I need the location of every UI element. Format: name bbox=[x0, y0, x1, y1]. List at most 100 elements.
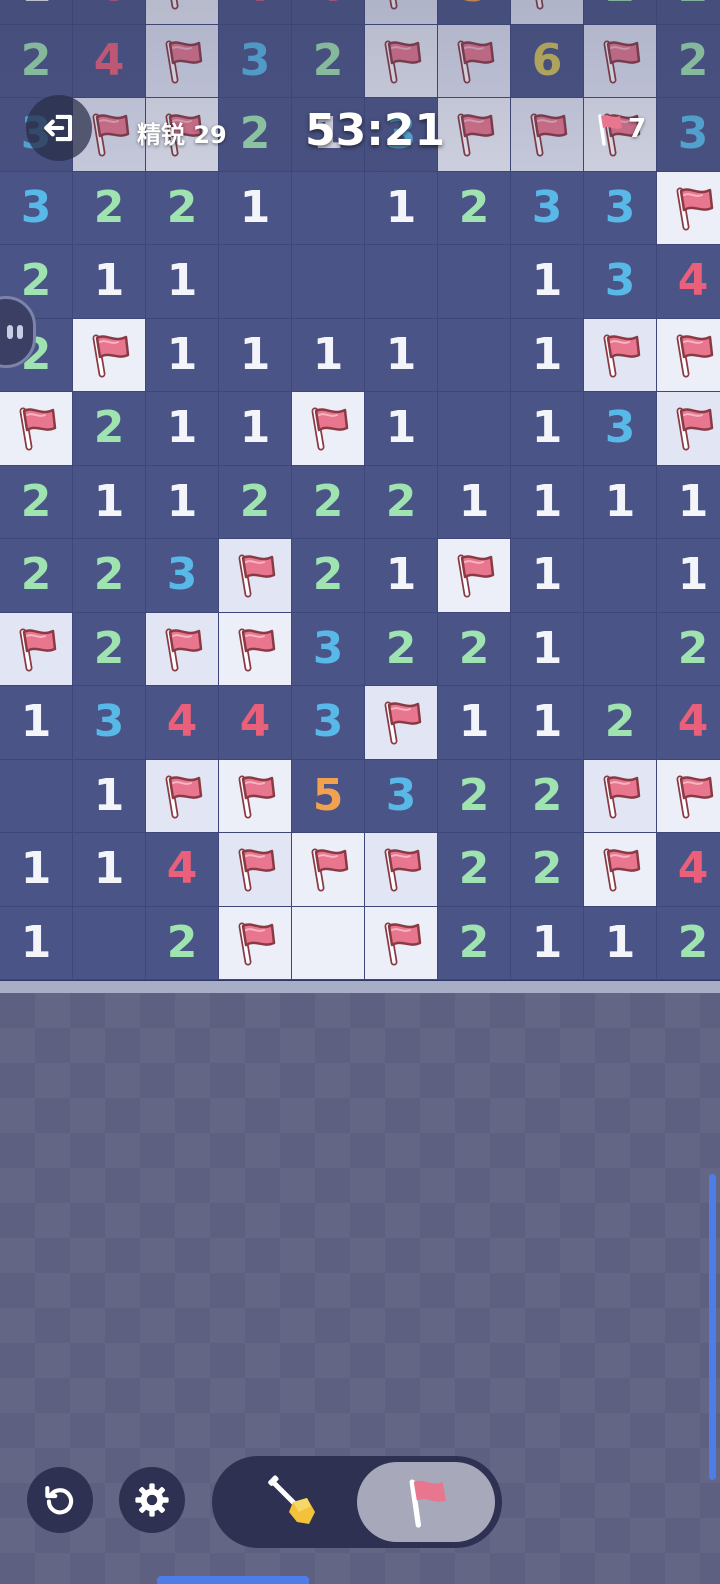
number-cell[interactable]: 4 bbox=[657, 245, 720, 319]
number-cell[interactable]: 1 bbox=[292, 318, 365, 392]
number-cell[interactable]: 2 bbox=[0, 539, 73, 613]
number-cell[interactable]: 1 bbox=[0, 686, 73, 760]
scrollbar[interactable] bbox=[709, 1174, 716, 1480]
number-cell[interactable]: 1 bbox=[657, 539, 720, 613]
number-cell[interactable]: 1 bbox=[0, 0, 73, 25]
flagged-cell[interactable] bbox=[584, 318, 657, 392]
flagged-cell[interactable] bbox=[657, 392, 720, 466]
number-cell[interactable]: 2 bbox=[292, 465, 365, 539]
number-cell[interactable]: 1 bbox=[511, 465, 584, 539]
number-cell[interactable]: 1 bbox=[511, 906, 584, 980]
number-cell[interactable]: 4 bbox=[657, 686, 720, 760]
number-cell[interactable]: 2 bbox=[73, 612, 146, 686]
flagged-cell[interactable] bbox=[438, 539, 511, 613]
flagged-cell[interactable] bbox=[438, 24, 511, 98]
number-cell[interactable]: 2 bbox=[438, 759, 511, 833]
number-cell[interactable]: 1 bbox=[365, 539, 438, 613]
number-cell[interactable]: 3 bbox=[365, 759, 438, 833]
number-cell[interactable]: 2 bbox=[146, 906, 219, 980]
number-cell[interactable]: 1 bbox=[73, 833, 146, 907]
flagged-cell[interactable] bbox=[657, 171, 720, 245]
empty-cell[interactable] bbox=[73, 906, 146, 980]
number-cell[interactable]: 2 bbox=[584, 0, 657, 25]
flagged-cell[interactable] bbox=[365, 24, 438, 98]
number-cell[interactable]: 4 bbox=[219, 0, 292, 25]
number-cell[interactable]: 1 bbox=[365, 318, 438, 392]
number-cell[interactable]: 2 bbox=[73, 539, 146, 613]
number-cell[interactable]: 3 bbox=[292, 686, 365, 760]
number-cell[interactable]: 1 bbox=[438, 686, 511, 760]
empty-cell[interactable] bbox=[584, 539, 657, 613]
number-cell[interactable]: 4 bbox=[73, 0, 146, 25]
number-cell[interactable]: 4 bbox=[146, 833, 219, 907]
number-cell[interactable]: 4 bbox=[146, 686, 219, 760]
number-cell[interactable]: 1 bbox=[146, 392, 219, 466]
flagged-cell[interactable] bbox=[219, 759, 292, 833]
number-cell[interactable]: 2 bbox=[438, 906, 511, 980]
number-cell[interactable]: 1 bbox=[219, 392, 292, 466]
number-cell[interactable]: 2 bbox=[657, 24, 720, 98]
number-cell[interactable]: 2 bbox=[73, 171, 146, 245]
number-cell[interactable]: 2 bbox=[292, 539, 365, 613]
number-cell[interactable]: 4 bbox=[219, 686, 292, 760]
number-cell[interactable]: 2 bbox=[511, 759, 584, 833]
number-cell[interactable]: 3 bbox=[584, 171, 657, 245]
number-cell[interactable]: 2 bbox=[657, 612, 720, 686]
empty-cell[interactable] bbox=[438, 392, 511, 466]
number-cell[interactable]: 2 bbox=[438, 833, 511, 907]
number-cell[interactable]: 1 bbox=[73, 245, 146, 319]
number-cell[interactable]: 3 bbox=[146, 539, 219, 613]
flagged-cell[interactable] bbox=[511, 98, 584, 172]
number-cell[interactable]: 3 bbox=[584, 392, 657, 466]
flagged-cell[interactable] bbox=[219, 612, 292, 686]
empty-cell[interactable] bbox=[438, 318, 511, 392]
number-cell[interactable]: 1 bbox=[73, 465, 146, 539]
number-cell[interactable]: 2 bbox=[511, 833, 584, 907]
number-cell[interactable]: 4 bbox=[292, 0, 365, 25]
number-cell[interactable]: 1 bbox=[511, 318, 584, 392]
number-cell[interactable]: 2 bbox=[584, 686, 657, 760]
flagged-cell[interactable] bbox=[511, 0, 584, 25]
number-cell[interactable]: 1 bbox=[146, 318, 219, 392]
flagged-cell[interactable] bbox=[219, 906, 292, 980]
number-cell[interactable]: 1 bbox=[511, 686, 584, 760]
empty-cell[interactable] bbox=[0, 759, 73, 833]
flagged-cell[interactable] bbox=[438, 98, 511, 172]
exit-button[interactable] bbox=[26, 95, 92, 161]
empty-cell[interactable] bbox=[219, 245, 292, 319]
flagged-cell[interactable] bbox=[365, 686, 438, 760]
number-cell[interactable]: 3 bbox=[292, 612, 365, 686]
number-cell[interactable]: 2 bbox=[438, 171, 511, 245]
number-cell[interactable]: 5 bbox=[438, 0, 511, 25]
number-cell[interactable]: 2 bbox=[146, 171, 219, 245]
number-cell[interactable]: 1 bbox=[0, 906, 73, 980]
number-cell[interactable]: 2 bbox=[219, 98, 292, 172]
number-cell[interactable]: 2 bbox=[365, 612, 438, 686]
number-cell[interactable]: 3 bbox=[657, 98, 720, 172]
flagged-cell[interactable] bbox=[73, 318, 146, 392]
number-cell[interactable]: 1 bbox=[511, 392, 584, 466]
number-cell[interactable]: 3 bbox=[511, 171, 584, 245]
number-cell[interactable]: 2 bbox=[438, 612, 511, 686]
empty-cell[interactable] bbox=[292, 245, 365, 319]
number-cell[interactable]: 2 bbox=[292, 24, 365, 98]
unrevealed-cell[interactable] bbox=[292, 906, 365, 980]
empty-cell[interactable] bbox=[438, 245, 511, 319]
flagged-cell[interactable] bbox=[146, 24, 219, 98]
flagged-cell[interactable] bbox=[146, 0, 219, 25]
number-cell[interactable]: 3 bbox=[584, 245, 657, 319]
number-cell[interactable]: 6 bbox=[511, 24, 584, 98]
number-cell[interactable]: 1 bbox=[365, 171, 438, 245]
number-cell[interactable]: 1 bbox=[511, 245, 584, 319]
number-cell[interactable]: 1 bbox=[438, 465, 511, 539]
number-cell[interactable]: 2 bbox=[657, 906, 720, 980]
number-cell[interactable]: 4 bbox=[657, 833, 720, 907]
flagged-cell[interactable] bbox=[146, 759, 219, 833]
flagged-cell[interactable] bbox=[219, 833, 292, 907]
flagged-cell[interactable] bbox=[584, 759, 657, 833]
dig-mode-button[interactable] bbox=[228, 1464, 358, 1540]
number-cell[interactable]: 4 bbox=[73, 24, 146, 98]
number-cell[interactable]: 2 bbox=[0, 24, 73, 98]
flagged-cell[interactable] bbox=[584, 833, 657, 907]
flagged-cell[interactable] bbox=[146, 612, 219, 686]
